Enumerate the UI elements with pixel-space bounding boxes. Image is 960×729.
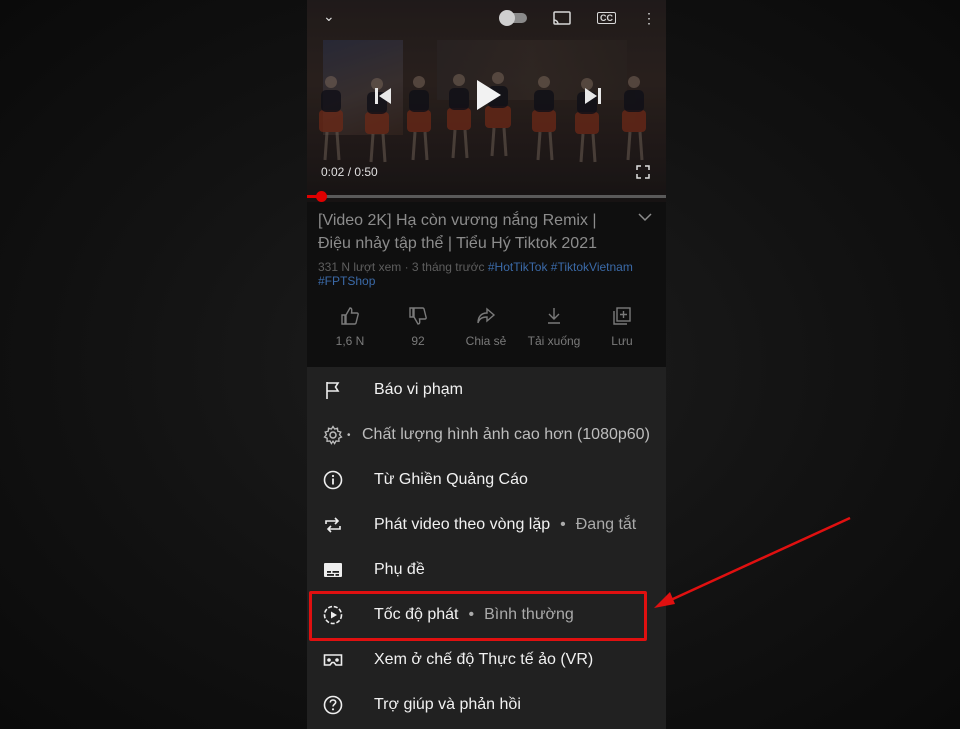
share-icon bbox=[477, 307, 496, 324]
share-label: Chia sẻ bbox=[465, 334, 507, 348]
video-actions: 1,6 N 92 Chia sẻ Tải xuống Lưu bbox=[307, 306, 666, 348]
expand-description-chevron-icon[interactable] bbox=[638, 212, 652, 222]
fullscreen-icon[interactable] bbox=[636, 165, 650, 179]
settings-gear-icon bbox=[323, 425, 343, 445]
download-label: Tải xuống bbox=[527, 334, 581, 348]
more-options-icon[interactable]: ⋮ bbox=[642, 10, 656, 26]
views-and-age: 331 N lượt xem · 3 tháng trước bbox=[318, 260, 485, 274]
hashtag-link[interactable]: #TiktokVietnam bbox=[551, 260, 633, 274]
loop-icon bbox=[325, 517, 341, 533]
menu-item-vr[interactable]: Xem ở chế độ Thực tế ảo (VR) bbox=[307, 637, 666, 682]
menu-item-label: Phát video theo vòng lặp • Đang tắt bbox=[374, 515, 637, 533]
menu-item-label: Trợ giúp và phản hồi bbox=[374, 695, 521, 713]
menu-item-loop[interactable]: Phát video theo vòng lặp • Đang tắt bbox=[307, 502, 666, 547]
like-count: 1,6 N bbox=[335, 334, 365, 348]
dislike-count: 92 bbox=[411, 334, 425, 348]
menu-item-label: Phụ đề bbox=[374, 560, 425, 578]
menu-item-report[interactable]: Báo vi phạm bbox=[307, 367, 666, 412]
video-title[interactable]: [Video 2K] Hạ còn vương nắng Remix | Điệ… bbox=[318, 209, 628, 255]
dislike-button[interactable]: 92 bbox=[384, 306, 452, 348]
play-icon[interactable] bbox=[475, 78, 503, 112]
highlight-box bbox=[309, 591, 647, 641]
minimize-chevron-icon[interactable]: ⌄ bbox=[323, 8, 335, 25]
time-display: 0:02 / 0:50 bbox=[321, 165, 378, 179]
player-top-controls: CC ⋮ bbox=[499, 10, 656, 26]
help-icon bbox=[323, 695, 343, 715]
submenu-indicator: • bbox=[347, 430, 351, 441]
download-button[interactable]: Tải xuống bbox=[520, 306, 588, 348]
menu-item-label: Báo vi phạm bbox=[374, 380, 463, 398]
add-to-playlist-icon bbox=[613, 307, 631, 325]
menu-item-label: Xem ở chế độ Thực tế ảo (VR) bbox=[374, 650, 594, 668]
thumbs-up-icon bbox=[341, 307, 359, 325]
loop-status: Đang tắt bbox=[575, 515, 637, 533]
save-label: Lưu bbox=[611, 334, 633, 348]
hashtag-link[interactable]: #HotTikTok bbox=[488, 260, 548, 274]
progress-bar[interactable] bbox=[307, 191, 666, 202]
flag-icon bbox=[326, 382, 340, 399]
menu-item-label: Chất lượng hình ảnh cao hơn (1080p60) bbox=[362, 425, 650, 443]
like-button[interactable]: 1,6 N bbox=[316, 306, 384, 348]
video-player[interactable]: ⌄ CC ⋮ 0:02 / 0:50 bbox=[307, 0, 666, 202]
info-icon bbox=[323, 470, 343, 490]
more-options-sheet: Báo vi phạm • Chất lượng hình ảnh cao hơ… bbox=[307, 367, 666, 729]
annotation-arrow bbox=[654, 516, 851, 608]
previous-video-icon[interactable] bbox=[373, 86, 393, 106]
menu-item-quality[interactable]: • Chất lượng hình ảnh cao hơn (1080p60) bbox=[307, 412, 666, 457]
captions-toggle-icon[interactable]: CC bbox=[597, 12, 616, 24]
hashtag-link[interactable]: #FPTShop bbox=[318, 274, 375, 288]
autoplay-toggle[interactable] bbox=[499, 10, 527, 26]
captions-icon bbox=[324, 563, 342, 577]
next-video-icon[interactable] bbox=[583, 86, 603, 106]
menu-item-ad-info[interactable]: Từ Ghiền Quảng Cáo bbox=[307, 457, 666, 502]
menu-item-captions[interactable]: Phụ đề bbox=[307, 547, 666, 592]
thumbs-down-icon bbox=[409, 307, 427, 325]
cast-icon[interactable] bbox=[553, 11, 571, 25]
vr-headset-icon bbox=[323, 654, 343, 666]
video-meta: 331 N lượt xem · 3 tháng trước #HotTikTo… bbox=[318, 260, 658, 288]
save-button[interactable]: Lưu bbox=[588, 306, 656, 348]
menu-item-help[interactable]: Trợ giúp và phản hồi bbox=[307, 682, 666, 727]
share-button[interactable]: Chia sẻ bbox=[452, 306, 520, 348]
menu-item-label: Từ Ghiền Quảng Cáo bbox=[374, 470, 528, 488]
download-icon bbox=[548, 308, 560, 324]
